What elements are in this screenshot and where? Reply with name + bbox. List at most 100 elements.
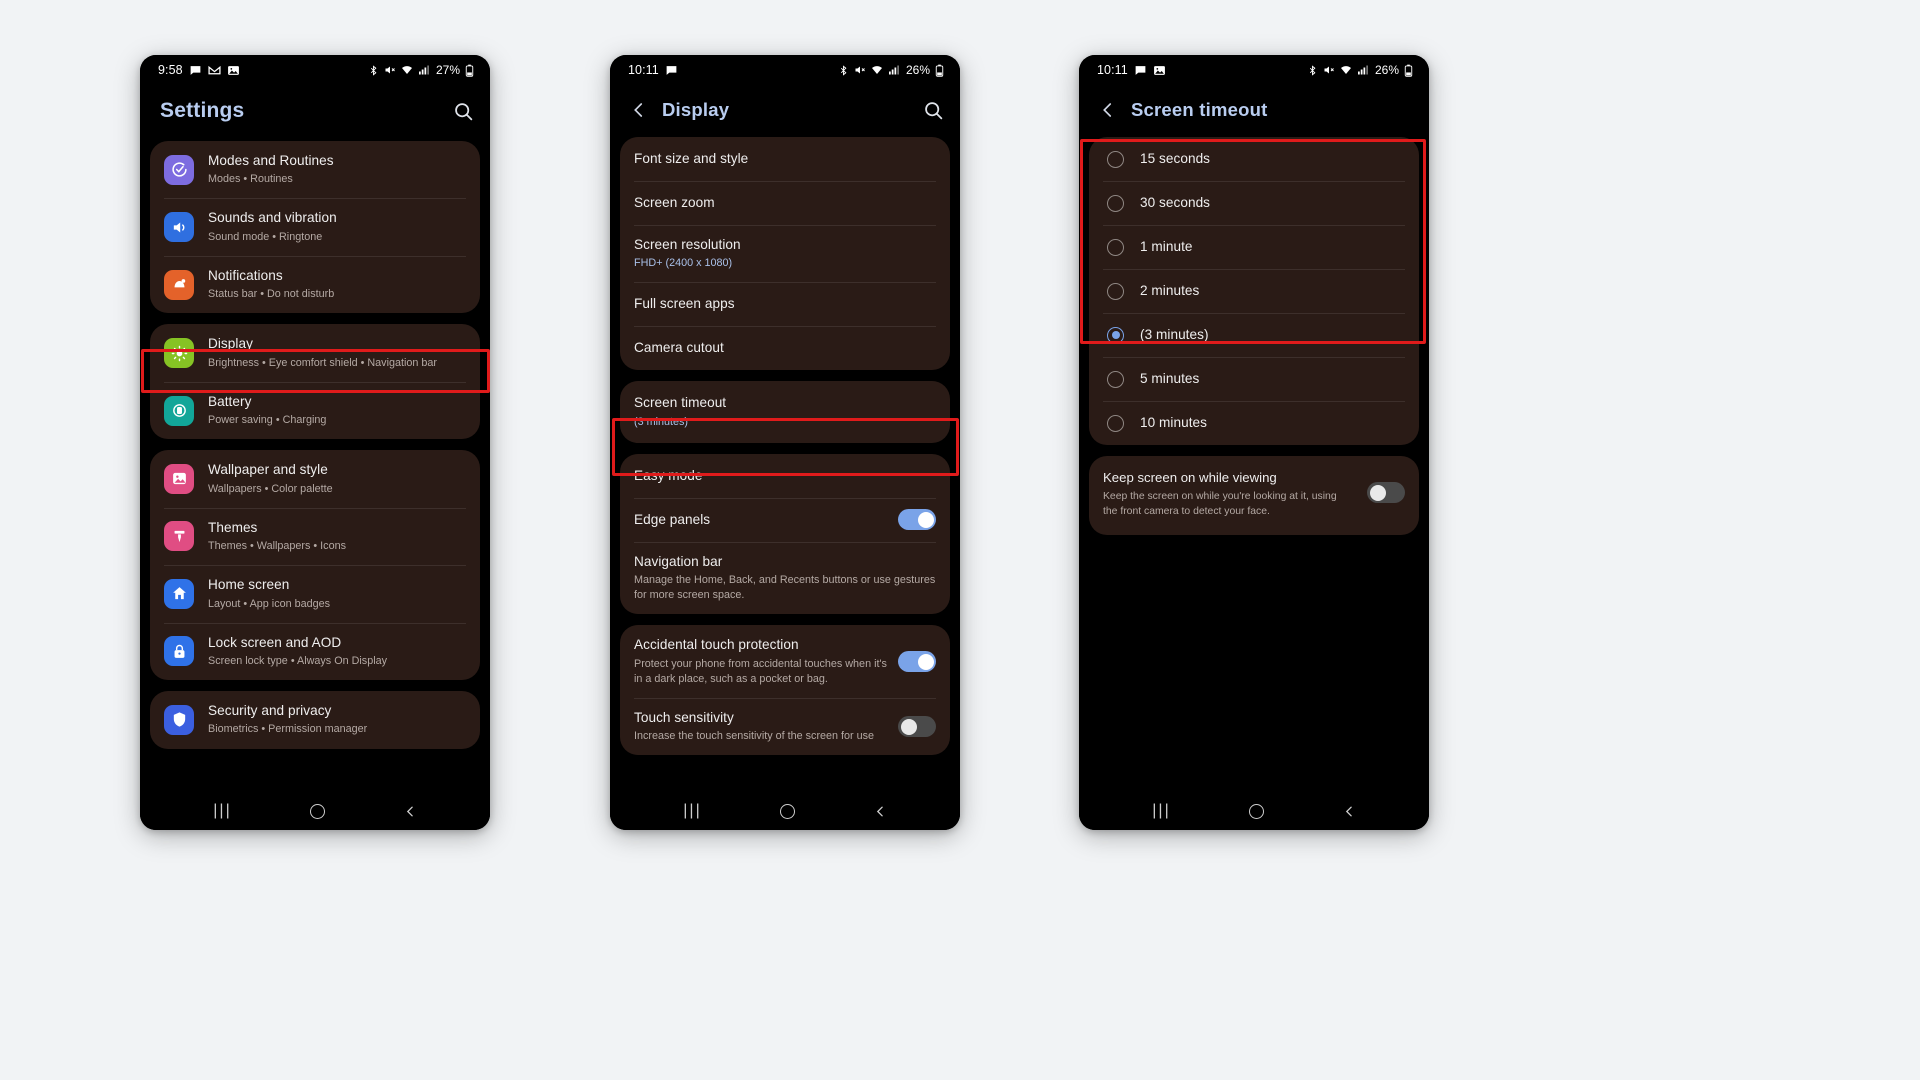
phone1-settings-list[interactable]: Modes and Routines Modes • Routines Soun… xyxy=(140,141,490,792)
display-item-screen-resolution[interactable]: Screen resolution FHD+ (2400 x 1080) xyxy=(620,225,950,282)
phone1-nav-bar[interactable]: ||| xyxy=(140,792,490,830)
item-text: Keep screen on while viewing Keep the sc… xyxy=(1103,470,1357,519)
status-bar-right: 26% xyxy=(838,63,944,77)
item-text: Touch sensitivity Increase the touch sen… xyxy=(634,709,888,744)
touch-sensitivity-toggle[interactable] xyxy=(898,716,936,738)
timeout-option-2-minutes[interactable]: 2 minutes xyxy=(1089,269,1419,313)
recents-button[interactable]: ||| xyxy=(213,802,231,820)
item-title: 1 minute xyxy=(1140,238,1193,254)
item-text: Font size and style xyxy=(634,150,936,168)
settings-item-notifications[interactable]: Notifications Status bar • Do not distur… xyxy=(150,255,480,313)
settings-item-security[interactable]: Security and privacy Biometrics • Permis… xyxy=(150,691,480,748)
item-text: Notifications Status bar • Do not distur… xyxy=(208,267,466,302)
signal-icon xyxy=(1357,64,1369,76)
home-circle-icon[interactable] xyxy=(310,803,326,819)
item-subtitle: Wallpapers • Color palette xyxy=(208,482,333,495)
settings-item-home-screen[interactable]: Home screen Layout • App icon badges xyxy=(150,565,480,622)
radio-icon[interactable] xyxy=(1107,282,1124,300)
display-item-full-screen-apps[interactable]: Full screen apps xyxy=(620,282,950,326)
item-text: Edge panels xyxy=(634,511,888,529)
mute-icon xyxy=(854,64,866,76)
item-subtitle: Power saving • Charging xyxy=(208,414,327,427)
item-text: Sounds and vibration Sound mode • Ringto… xyxy=(208,209,466,244)
display-item-edge-panels[interactable]: Edge panels xyxy=(620,497,950,542)
back-chevron-icon[interactable] xyxy=(630,101,648,119)
item-text: Security and privacy Biometrics • Permis… xyxy=(208,702,466,737)
timeout-option-10-minutes[interactable]: 10 minutes xyxy=(1089,401,1419,445)
settings-item-wallpaper[interactable]: Wallpaper and style Wallpapers • Color p… xyxy=(150,450,480,507)
item-text: Navigation bar Manage the Home, Back, an… xyxy=(634,553,936,604)
back-chevron-icon[interactable] xyxy=(404,805,417,818)
radio-icon[interactable] xyxy=(1107,150,1124,168)
display-item-font-size[interactable]: Font size and style xyxy=(620,137,950,181)
phone3-nav-bar[interactable]: ||| xyxy=(1079,792,1429,830)
phone-screenshot-screen-timeout: 10:11 26% Screen timeout 15 seconds 30 s… xyxy=(1079,55,1429,830)
item-title: Sounds and vibration xyxy=(208,210,337,226)
display-item-screen-zoom[interactable]: Screen zoom xyxy=(620,181,950,225)
message-icon xyxy=(1134,64,1147,77)
display-item-touch-sensitivity[interactable]: Touch sensitivity Increase the touch sen… xyxy=(620,698,950,755)
search-icon[interactable] xyxy=(923,100,944,121)
radio-icon[interactable] xyxy=(1107,414,1124,432)
search-icon[interactable] xyxy=(453,101,474,122)
status-time: 10:11 xyxy=(1097,63,1128,77)
home-circle-icon[interactable] xyxy=(780,803,796,819)
timeout-option-15-seconds[interactable]: 15 seconds xyxy=(1089,137,1419,181)
back-chevron-icon[interactable] xyxy=(1099,101,1117,119)
radio-icon-selected[interactable] xyxy=(1107,326,1124,344)
item-text: Screen zoom xyxy=(634,194,936,212)
battery-percent: 26% xyxy=(905,63,930,77)
page-title: Screen timeout xyxy=(1131,99,1268,120)
display-item-easy-mode[interactable]: Easy mode xyxy=(620,454,950,498)
bluetooth-icon xyxy=(1307,64,1318,76)
item-title: Display xyxy=(208,336,253,352)
item-title: Font size and style xyxy=(634,150,749,166)
timeout-option-1-minute[interactable]: 1 minute xyxy=(1089,225,1419,269)
back-chevron-icon[interactable] xyxy=(874,805,887,818)
settings-item-themes[interactable]: Themes Themes • Wallpapers • Icons xyxy=(150,507,480,565)
phone3-timeout-options[interactable]: 15 seconds 30 seconds 1 minute 2 minutes… xyxy=(1079,137,1429,792)
settings-item-display[interactable]: Display Brightness • Eye comfort shield … xyxy=(150,324,480,381)
item-title: 15 seconds xyxy=(1140,150,1211,166)
radio-icon[interactable] xyxy=(1107,370,1124,388)
display-item-camera-cutout[interactable]: Camera cutout xyxy=(620,326,950,370)
phone2-display-list[interactable]: Font size and style Screen zoom Screen r… xyxy=(610,137,960,792)
item-title: Notifications xyxy=(208,267,283,283)
message-icon xyxy=(665,64,678,77)
settings-item-lock-screen[interactable]: Lock screen and AOD Screen lock type • A… xyxy=(150,622,480,680)
radio-icon[interactable] xyxy=(1107,238,1124,256)
item-subtitle: Layout • App icon badges xyxy=(208,597,331,610)
accidental-touch-toggle[interactable] xyxy=(898,651,936,673)
edge-panels-toggle[interactable] xyxy=(898,509,936,531)
home-circle-icon[interactable] xyxy=(1249,803,1265,819)
display-item-navigation-bar[interactable]: Navigation bar Manage the Home, Back, an… xyxy=(620,541,950,615)
phone1-app-bar: Settings xyxy=(140,85,490,141)
keep-screen-toggle[interactable] xyxy=(1367,482,1405,503)
item-text: Easy mode xyxy=(634,467,936,485)
recents-button[interactable]: ||| xyxy=(1152,802,1170,820)
radio-icon[interactable] xyxy=(1107,194,1124,212)
modes-icon xyxy=(164,154,194,185)
display-item-screen-timeout[interactable]: Screen timeout (3 minutes) xyxy=(620,381,950,442)
recents-button[interactable]: ||| xyxy=(683,802,701,820)
page-title: Settings xyxy=(160,99,245,122)
back-chevron-icon[interactable] xyxy=(1343,805,1356,818)
settings-group: Wallpaper and style Wallpapers • Color p… xyxy=(150,450,480,681)
display-item-accidental-touch[interactable]: Accidental touch protection Protect your… xyxy=(620,625,950,698)
settings-item-modes[interactable]: Modes and Routines Modes • Routines xyxy=(150,141,480,198)
settings-item-battery[interactable]: Battery Power saving • Charging xyxy=(150,381,480,439)
timeout-option-30-seconds[interactable]: 30 seconds xyxy=(1089,181,1419,225)
keep-screen-group: Keep screen on while viewing Keep the sc… xyxy=(1089,456,1419,536)
timeout-option-5-minutes[interactable]: 5 minutes xyxy=(1089,357,1419,401)
battery-icon xyxy=(1404,64,1413,77)
settings-item-sounds[interactable]: Sounds and vibration Sound mode • Ringto… xyxy=(150,198,480,255)
keep-screen-on-item[interactable]: Keep screen on while viewing Keep the sc… xyxy=(1089,456,1419,535)
settings-group: Security and privacy Biometrics • Permis… xyxy=(150,691,480,749)
item-subtitle: Modes • Routines xyxy=(208,173,293,186)
phone2-nav-bar[interactable]: ||| xyxy=(610,792,960,830)
display-group: Font size and style Screen zoom Screen r… xyxy=(620,137,950,371)
timeout-option-3-minutes[interactable]: (3 minutes) xyxy=(1089,313,1419,357)
status-time: 9:58 xyxy=(158,63,183,77)
item-title: Accidental touch protection xyxy=(634,637,799,653)
item-subtitle: Protect your phone from accidental touch… xyxy=(634,657,887,685)
